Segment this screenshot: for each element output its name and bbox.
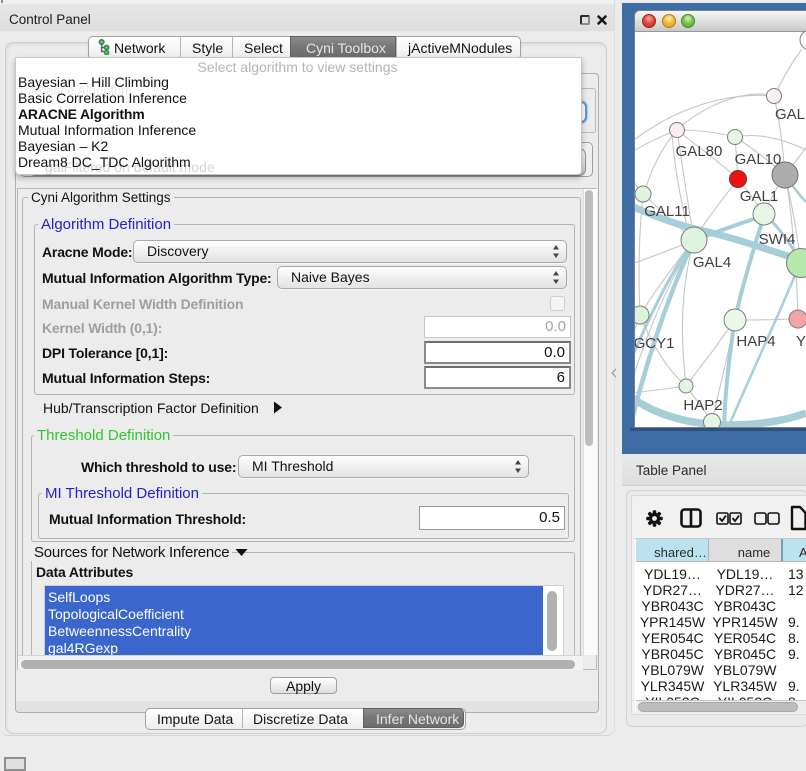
svg-text:GAL1: GAL1 [740,188,778,205]
svg-text:GAL4: GAL4 [693,254,731,271]
svg-text:GAL11: GAL11 [644,203,690,220]
svg-text:SWI4: SWI4 [759,231,796,248]
svg-text:GAL10: GAL10 [735,151,782,168]
svg-text:GCY1: GCY1 [635,335,674,352]
svg-text:Y: Y [796,333,806,350]
svg-text:HAP2: HAP2 [683,397,722,414]
svg-text:GAL80: GAL80 [676,143,723,160]
svg-text:HAP4: HAP4 [736,333,775,350]
svg-text:GAL: GAL [775,106,805,123]
